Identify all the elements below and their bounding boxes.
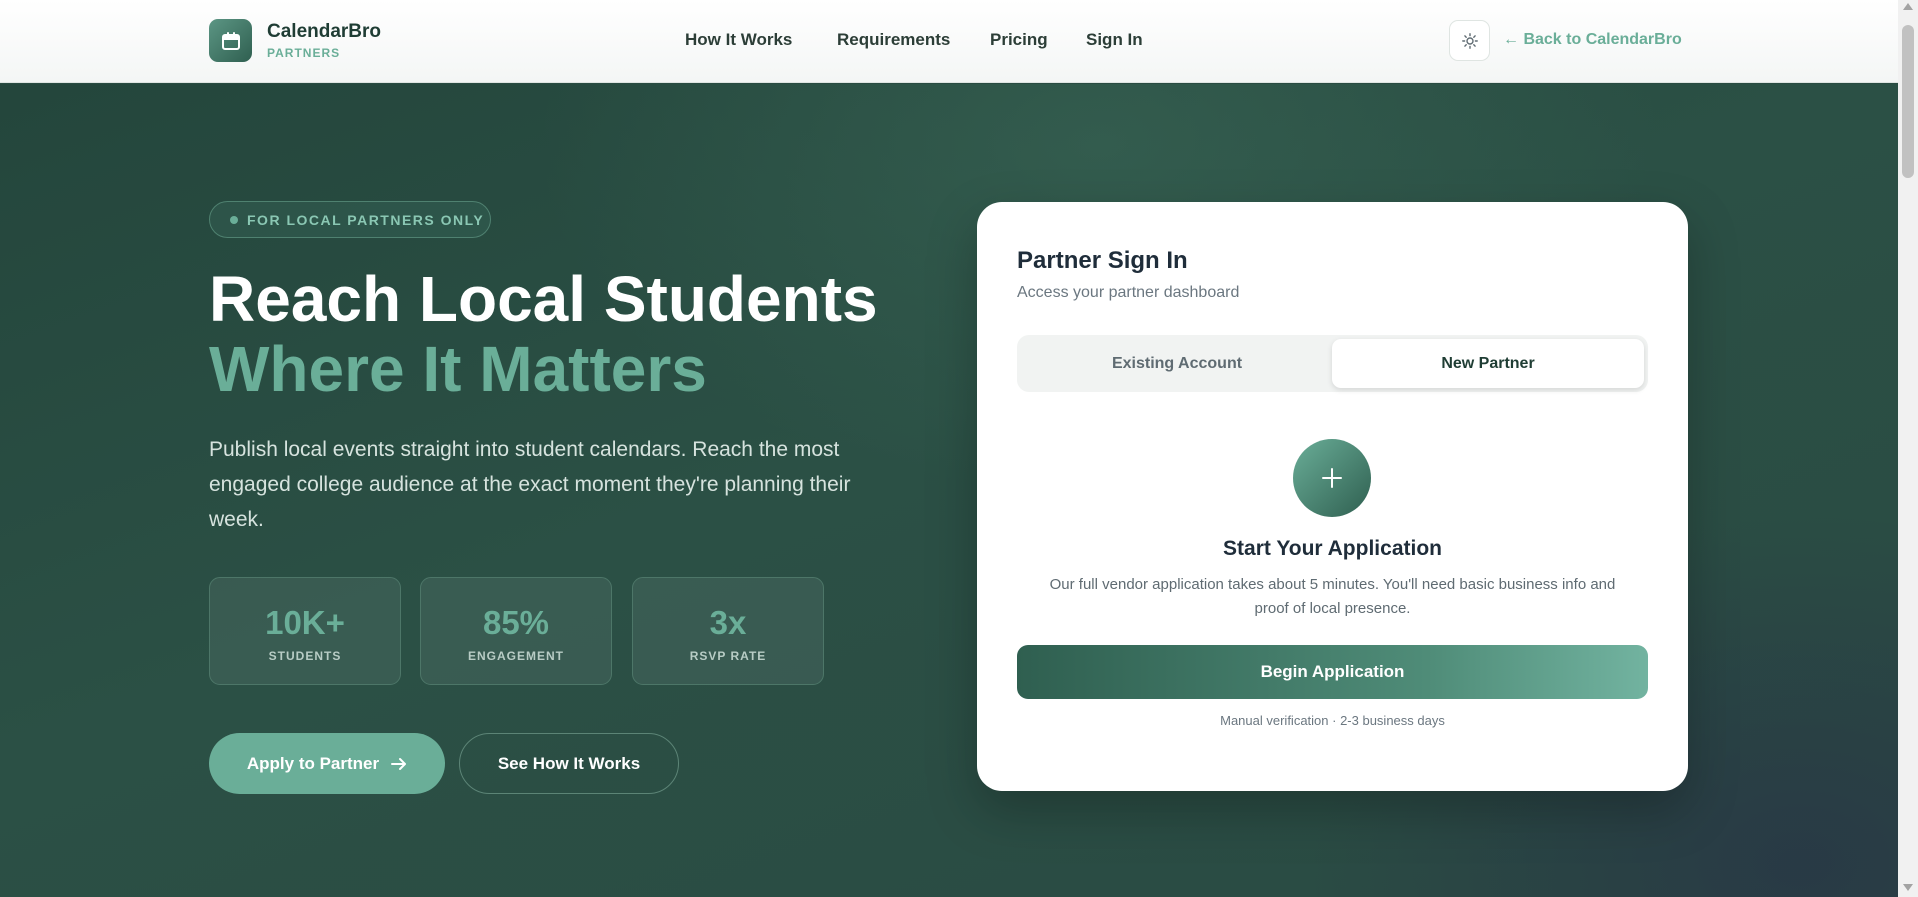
sun-icon [1461,32,1478,49]
nav-how-it-works[interactable]: How It Works [685,30,792,50]
stat-label: STUDENTS [268,649,342,663]
scroll-down-icon[interactable] [1903,884,1913,891]
apply-to-partner-button[interactable]: Apply to Partner [209,733,445,794]
begin-application-button[interactable]: Begin Application [1017,645,1648,699]
nav-requirements[interactable]: Requirements [837,30,950,50]
site-header: CalendarBro PARTNERS How It Works Requir… [0,0,1898,83]
back-to-calendarbro-link[interactable]: ← Back to CalendarBro [1503,31,1682,49]
stat-label: RSVP RATE [689,649,767,663]
stat-value: 3x [709,604,747,641]
theme-toggle-button[interactable] [1449,20,1490,61]
stat-card-engagement: 85% ENGAGEMENT [420,577,612,685]
hero-title-line1: Reach Local Students [209,263,878,335]
card-title: Partner Sign In [1017,247,1188,274]
brand-name[interactable]: CalendarBro [267,21,381,43]
plus-icon [1293,439,1371,517]
calendar-icon[interactable] [209,19,252,62]
stat-card-students: 10K+ STUDENTS [209,577,401,685]
hero-title-line2: Where It Matters [209,333,707,405]
see-how-it-works-button[interactable]: See How It Works [459,733,679,794]
stat-label: ENGAGEMENT [467,649,564,663]
card-subtitle: Access your partner dashboard [1017,284,1240,301]
stat-value: 10K+ [265,604,345,641]
arrow-right-icon [391,757,407,770]
brand-subtitle: PARTNERS [267,46,341,60]
stat-value: 85% [482,604,550,641]
verification-note: Manual verification · 2-3 business days [1220,713,1445,728]
apply-button-label: Apply to Partner [246,753,380,773]
partner-sign-in-card: Partner Sign In Access your partner dash… [977,202,1688,791]
tab-existing-account[interactable]: Existing Account [1021,339,1333,388]
tab-new-partner[interactable]: New Partner [1332,339,1644,388]
start-application-description: Our full vendor application takes about … [1049,576,1616,617]
account-tabs: Existing Account New Partner [1017,335,1648,392]
stat-card-rsvp-rate: 3x RSVP RATE [632,577,824,685]
scroll-up-icon[interactable] [1903,3,1913,10]
local-partners-badge: FOR LOCAL PARTNERS ONLY [209,201,491,238]
page-scrollbar[interactable] [1898,0,1918,897]
start-application-title: Start Your Application [1223,537,1442,560]
hero-description: Publish local events straight into stude… [209,438,851,531]
dot-icon [230,215,238,224]
nav-pricing[interactable]: Pricing [990,30,1048,50]
badge-label: FOR LOCAL PARTNERS ONLY [247,211,485,228]
scrollbar-thumb[interactable] [1902,25,1914,178]
nav-sign-in[interactable]: Sign In [1086,30,1143,50]
